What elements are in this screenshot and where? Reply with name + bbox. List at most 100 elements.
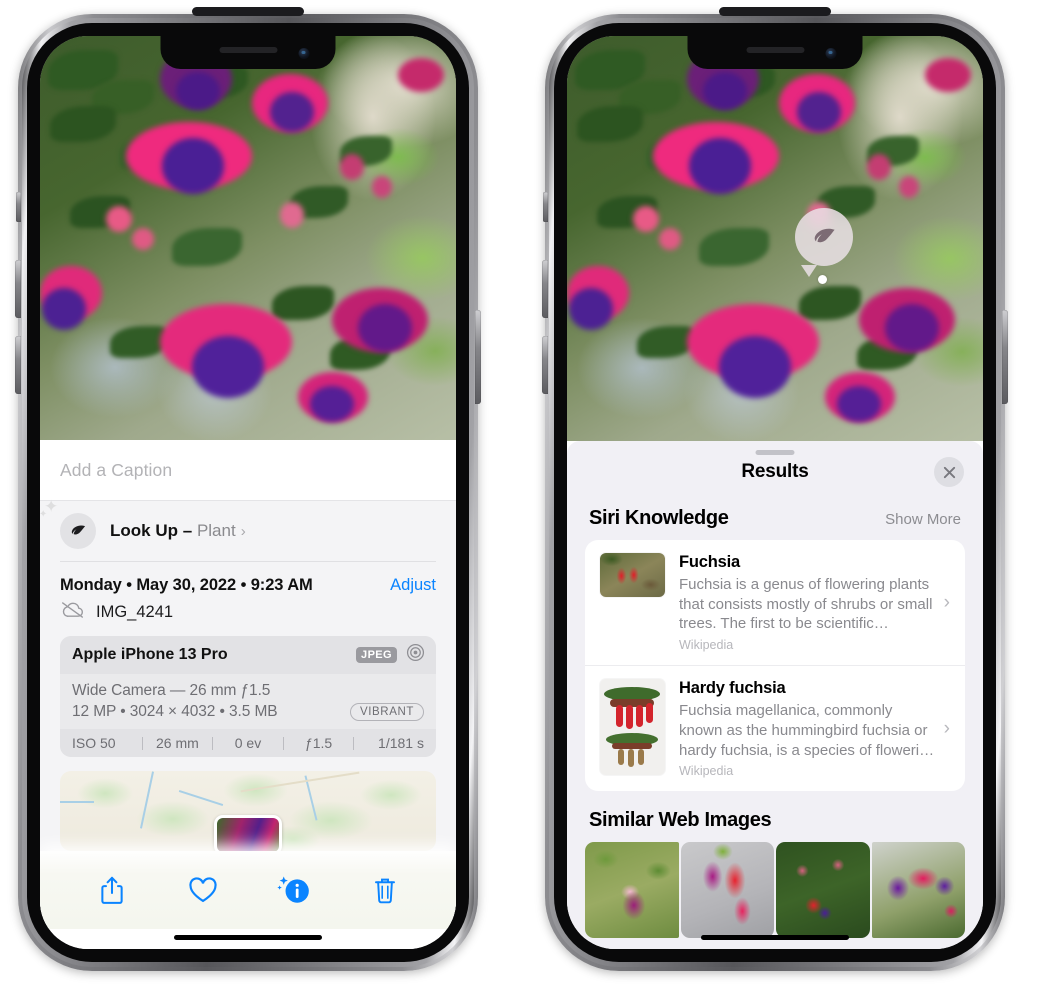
visual-lookup-anchor-dot	[818, 275, 827, 284]
visual-lookup-badge[interactable]	[795, 208, 853, 266]
knowledge-thumbnail	[600, 679, 665, 776]
map-river	[60, 801, 94, 803]
front-camera	[298, 48, 310, 59]
flower	[310, 386, 354, 422]
info-button[interactable]	[272, 868, 316, 912]
knowledge-row[interactable]: Hardy fuchsia Fuchsia magellanica, commo…	[585, 665, 965, 791]
mute-switch[interactable]	[16, 192, 21, 222]
notch	[687, 36, 863, 69]
photographic-style-badge: VIBRANT	[349, 703, 424, 721]
flower	[162, 138, 224, 194]
look-up-label: Look Up – Plant ›	[110, 521, 246, 541]
notch	[160, 36, 336, 69]
exif-iso: ISO 50	[72, 735, 116, 751]
siri-knowledge-header: Siri Knowledge Show More	[567, 503, 983, 540]
flower	[837, 386, 881, 422]
photo-viewer[interactable]	[40, 36, 456, 440]
flower	[885, 304, 939, 352]
volume-up-button[interactable]	[15, 260, 21, 318]
home-indicator[interactable]	[701, 935, 849, 940]
metadata-file-row: IMG_4241	[60, 601, 436, 624]
flower	[176, 72, 220, 110]
similar-web-images-header: Similar Web Images	[567, 791, 983, 840]
look-up-kind: Plant	[196, 521, 236, 540]
leaf-icon	[814, 228, 835, 243]
flower	[569, 288, 613, 330]
earpiece-speaker	[219, 47, 277, 53]
phone-right: Results Siri Knowledge Show More Fuchsia…	[542, 7, 1008, 971]
show-more-button[interactable]: Show More	[885, 511, 961, 528]
volume-down-button[interactable]	[15, 336, 21, 394]
flower	[270, 92, 314, 132]
photo-filename: IMG_4241	[96, 603, 174, 621]
map-photo-pin[interactable]	[214, 815, 282, 851]
leaf-icon	[60, 513, 96, 549]
flower-bud	[899, 176, 919, 198]
camera-lens-line: Wide Camera — 26 mm ƒ1.5	[72, 682, 271, 699]
adjust-button[interactable]: Adjust	[390, 576, 436, 595]
knowledge-row[interactable]: Fuchsia Fuchsia is a genus of flowering …	[585, 540, 965, 665]
camera-spec-row: 12 MP • 3024 × 4032 • 3.5 MB VIBRANT	[72, 703, 424, 721]
knowledge-thumbnail	[600, 553, 665, 597]
flower	[358, 304, 412, 352]
knowledge-description: Fuchsia is a genus of flowering plants t…	[679, 575, 933, 633]
photo-viewer[interactable]	[567, 36, 983, 441]
share-button[interactable]	[90, 868, 134, 912]
similar-image[interactable]	[680, 842, 774, 939]
camera-info-card[interactable]: Apple iPhone 13 Pro JPEG Wide Camera — 2…	[60, 636, 436, 757]
power-button[interactable]	[1002, 310, 1008, 404]
phone-left: Add a Caption ✦ ✦ Look Up – Plant › Mond…	[15, 7, 481, 971]
front-camera	[825, 48, 837, 59]
similar-web-images-row	[567, 842, 983, 939]
flower-bud	[340, 154, 364, 180]
photo-info-sheet: Add a Caption ✦ ✦ Look Up – Plant › Mond…	[40, 440, 456, 949]
flower-bud	[867, 154, 891, 180]
exif-aperture: ƒ1.5	[304, 735, 333, 751]
results-header: Results	[567, 441, 983, 503]
flower	[797, 92, 841, 132]
phone-screen-left: Add a Caption ✦ ✦ Look Up – Plant › Mond…	[40, 36, 456, 949]
photo-date: Monday • May 30, 2022 • 9:23 AM	[60, 576, 313, 594]
volume-up-button[interactable]	[542, 260, 548, 318]
chevron-right-icon: ›	[240, 523, 246, 540]
location-map[interactable]	[60, 771, 436, 851]
knowledge-source: Wikipedia	[679, 638, 734, 653]
phone-screen-right: Results Siri Knowledge Show More Fuchsia…	[567, 36, 983, 949]
camera-device-name: Apple iPhone 13 Pro	[72, 646, 228, 663]
home-indicator[interactable]	[174, 935, 322, 940]
top-antenna-band	[719, 7, 831, 16]
camera-card-header: Apple iPhone 13 Pro JPEG	[60, 636, 436, 674]
flower-bud	[106, 206, 132, 232]
similar-image[interactable]	[871, 842, 965, 939]
look-up-title: Look Up	[110, 521, 178, 540]
look-up-row[interactable]: ✦ ✦ Look Up – Plant ›	[40, 498, 456, 561]
power-button[interactable]	[475, 310, 481, 404]
visual-lookup-pointer	[801, 265, 817, 277]
flower-bud	[132, 228, 154, 250]
mute-switch[interactable]	[543, 192, 548, 222]
flower-bud	[372, 176, 392, 198]
close-button[interactable]	[934, 457, 964, 487]
photo-metadata: Monday • May 30, 2022 • 9:23 AM Adjust I…	[40, 562, 456, 624]
volume-down-button[interactable]	[542, 336, 548, 394]
format-badge: JPEG	[356, 647, 397, 663]
flower-bud	[659, 228, 681, 250]
flower	[689, 138, 751, 194]
knowledge-source: Wikipedia	[679, 764, 734, 779]
caption-input[interactable]: Add a Caption	[60, 460, 172, 481]
similar-image[interactable]	[585, 842, 679, 939]
results-title: Results	[741, 461, 809, 482]
flower-bud	[280, 202, 304, 228]
top-antenna-band	[192, 7, 304, 16]
aperture-icon	[406, 643, 425, 667]
caption-row[interactable]: Add a Caption	[40, 440, 456, 500]
look-up-section: ✦ ✦ Look Up – Plant › Monday • May 30, 2…	[40, 498, 456, 929]
look-up-dash: –	[182, 521, 193, 540]
knowledge-title: Fuchsia	[679, 553, 740, 571]
exif-exposure: 0 ev	[234, 735, 262, 751]
camera-spec-line: 12 MP • 3024 × 4032 • 3.5 MB	[72, 703, 278, 720]
siri-knowledge-card: Fuchsia Fuchsia is a genus of flowering …	[585, 540, 965, 792]
delete-button[interactable]	[363, 868, 407, 912]
favorite-button[interactable]	[181, 868, 225, 912]
similar-image[interactable]	[776, 842, 870, 939]
